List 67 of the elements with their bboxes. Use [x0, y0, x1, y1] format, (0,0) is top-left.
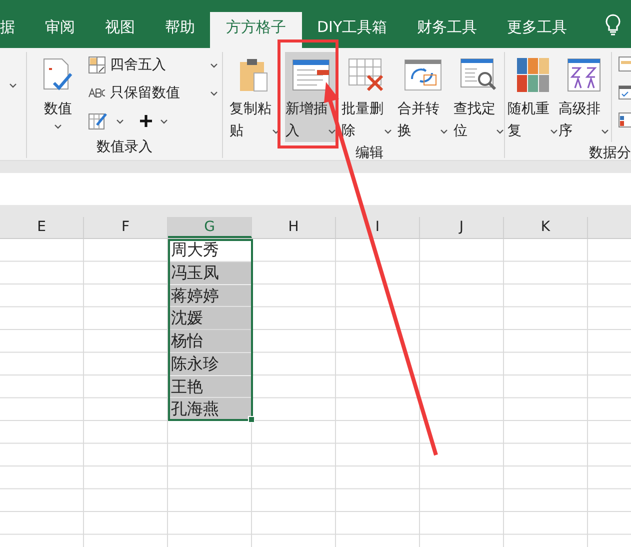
column-header[interactable]: J	[420, 217, 504, 238]
caret-icon	[600, 129, 608, 134]
ribbon-button[interactable]: 新增插入	[285, 52, 336, 142]
caret-icon	[272, 129, 280, 134]
caret-icon	[550, 129, 558, 134]
button-label: 随机重复	[508, 100, 550, 141]
ribbon-button[interactable]: 数值	[33, 52, 83, 136]
ribbon-button[interactable]: 批量删除	[341, 52, 392, 142]
table-percent-icon	[88, 56, 106, 74]
ribbon-tab[interactable]: 据	[0, 12, 30, 48]
button-label: 批量删除	[342, 100, 384, 141]
ribbon-tab[interactable]: 更多工具	[492, 12, 582, 48]
table-cell: 王艳	[168, 376, 251, 398]
table-edit-icon	[88, 111, 108, 131]
ribbon-button[interactable]: 只保留数值	[88, 82, 218, 104]
ribbon-tab[interactable]: 方方格子	[210, 12, 302, 48]
button-label: 复制粘贴	[230, 100, 272, 141]
column-header[interactable]: K	[504, 217, 588, 238]
column-header[interactable]: H	[252, 217, 336, 238]
ribbon-tab[interactable]: DIY工具箱	[302, 12, 402, 48]
ribbon-button[interactable]: 合并转换	[397, 52, 448, 142]
caret-icon[interactable]	[9, 82, 17, 88]
ribbon-button[interactable]: 随机重复	[507, 52, 558, 142]
column-header[interactable]: I	[336, 217, 420, 238]
sort-icon	[566, 56, 600, 94]
table-cell: 孔海燕	[168, 398, 251, 420]
table-cell: 沈媛	[168, 307, 251, 329]
caret-icon	[210, 90, 218, 96]
table-cell: 陈永珍	[168, 352, 251, 374]
group-label: 数值录入	[96, 138, 154, 157]
button-label: 高级排序	[558, 100, 600, 141]
ribbon-button[interactable]: 高级排序	[558, 52, 609, 142]
ribbon-button[interactable]: 四舍五入	[88, 54, 218, 76]
ribbon-button[interactable]: 查找定位	[453, 52, 504, 142]
calendar-icon[interactable]	[618, 84, 631, 100]
lightbulb-icon[interactable]	[605, 14, 621, 36]
table-icon[interactable]	[618, 56, 631, 72]
caret-icon	[160, 118, 168, 124]
button-label: 新增插入	[286, 100, 328, 141]
caret-icon	[210, 62, 218, 68]
caret-icon	[440, 129, 448, 134]
ribbon-tab[interactable]: 财务工具	[402, 12, 492, 48]
ribbon-tab[interactable]: 帮助	[150, 12, 210, 48]
button-label: 合并转换	[398, 100, 440, 141]
caret-icon	[116, 118, 124, 124]
caret-icon	[54, 124, 62, 129]
button-label: 查找定位	[454, 100, 496, 141]
caret-icon	[328, 129, 336, 134]
column-header[interactable]: G	[168, 217, 252, 238]
button-label: 数值	[44, 100, 72, 119]
plus-icon	[140, 115, 152, 127]
group-label: 编辑	[354, 144, 384, 160]
column-header[interactable]: E	[0, 217, 84, 238]
ribbon-tab[interactable]: 审阅	[30, 12, 90, 48]
abc-icon	[88, 88, 106, 98]
table-chart-icon[interactable]	[618, 112, 631, 128]
table-cell: 冯玉凤	[168, 262, 251, 284]
ribbon-tab[interactable]: 视图	[90, 12, 150, 48]
color-grid-icon	[516, 56, 548, 94]
caret-icon	[384, 129, 392, 134]
group-label: 数据分	[588, 144, 631, 160]
table-cell: 蒋婷婷	[168, 284, 251, 306]
table-delete-icon	[348, 56, 386, 94]
table-cell: 杨怡	[168, 330, 251, 352]
ribbon-button[interactable]: 复制粘贴	[229, 52, 280, 142]
fill-handle[interactable]	[248, 416, 255, 423]
caret-icon	[496, 129, 504, 134]
